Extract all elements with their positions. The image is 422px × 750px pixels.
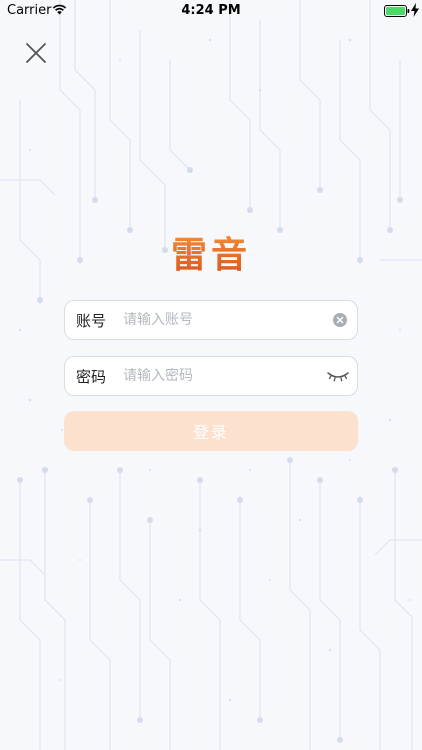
eye-closed-icon[interactable]	[327, 370, 349, 382]
battery-icon	[384, 5, 410, 17]
account-input[interactable]	[123, 312, 333, 328]
charging-bolt-icon	[411, 3, 419, 17]
account-label: 账号	[76, 311, 107, 330]
login-button[interactable]: 登录	[64, 411, 358, 451]
clear-icon[interactable]	[333, 313, 347, 327]
app-logo: 雷音	[0, 226, 422, 278]
password-field: 密码	[64, 356, 358, 396]
close-icon[interactable]	[24, 41, 48, 65]
password-label: 密码	[76, 367, 107, 386]
status-bar: Carrier 4:24 PM	[0, 0, 422, 22]
account-field: 账号	[64, 300, 358, 340]
clock: 4:24 PM	[181, 3, 241, 18]
password-input[interactable]	[123, 368, 327, 384]
